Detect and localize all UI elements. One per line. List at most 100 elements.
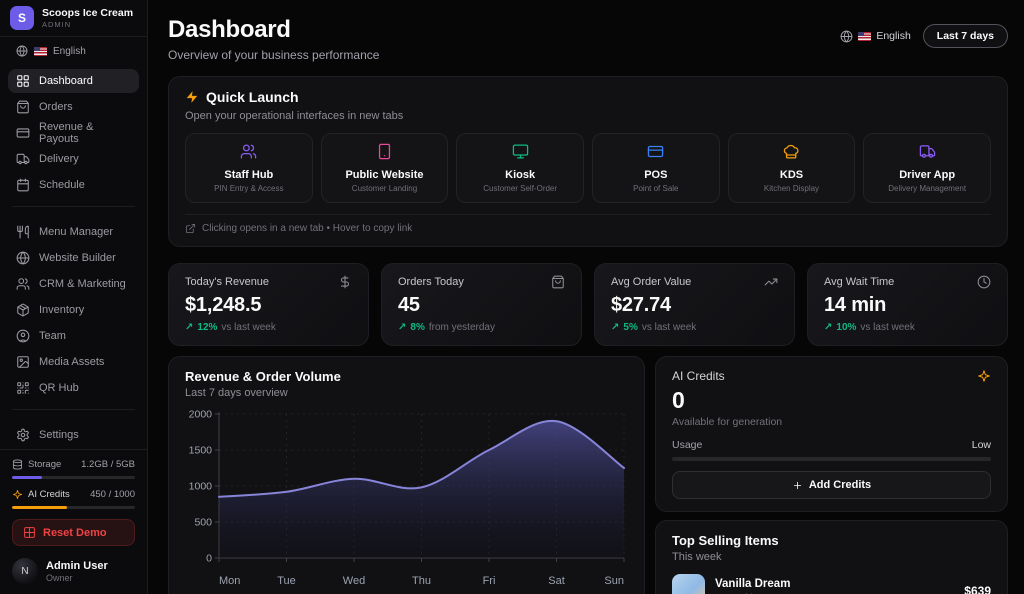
users-icon (240, 143, 257, 160)
item-name: Vanilla Dream (715, 578, 790, 591)
user-circle-icon (16, 329, 30, 343)
clock-icon (977, 275, 991, 289)
sidebar-item-dashboard[interactable]: Dashboard (8, 69, 139, 93)
stat-delta-suffix: from yesterday (429, 322, 495, 333)
nav-label: Team (39, 330, 66, 342)
add-credits-button[interactable]: Add Credits (672, 471, 991, 499)
quick-launch-card-kiosk[interactable]: Kiosk Customer Self-Order (456, 133, 584, 203)
database-icon (12, 459, 23, 470)
quick-launch-card-public-website[interactable]: Public Website Customer Landing (321, 133, 449, 203)
sidebar-item-team[interactable]: Team (8, 324, 139, 348)
credit-card-icon (16, 126, 30, 140)
nav-label: Delivery (39, 153, 79, 165)
quick-launch-card-kds[interactable]: KDS Kitchen Display (728, 133, 856, 203)
svg-text:Tue: Tue (277, 575, 296, 587)
globe-icon (16, 45, 28, 57)
stat-value: $27.74 (611, 294, 778, 317)
revenue-chart-svg: 0500100015002000MonTueWedThuFriSatSun (185, 406, 630, 590)
quick-launch-title: Quick Launch (206, 89, 299, 105)
globe-icon (16, 251, 30, 265)
language-label: English (876, 30, 910, 42)
qr-code-icon (16, 381, 30, 395)
sidebar-item-qr-hub[interactable]: QR Hub (8, 376, 139, 400)
sidebar-item-schedule[interactable]: Schedule (8, 173, 139, 197)
svg-text:Sat: Sat (548, 575, 565, 587)
svg-text:1000: 1000 (189, 481, 213, 493)
ai-credits-panel: AI Credits 0 Available for generation Us… (655, 356, 1008, 512)
dollar-sign-icon (338, 275, 352, 289)
date-range-button[interactable]: Last 7 days (923, 24, 1008, 48)
sidebar-item-menu-manager[interactable]: Menu Manager (8, 220, 139, 244)
header-language-selector[interactable]: English (840, 30, 910, 43)
chart-title: Revenue & Order Volume (185, 369, 628, 384)
sidebar-item-orders[interactable]: Orders (8, 95, 139, 119)
shopping-bag-icon (551, 275, 565, 289)
sidebar-item-media-assets[interactable]: Media Assets (8, 350, 139, 374)
sidebar: S Scoops Ice Cream ADMIN English Dashboa… (0, 0, 148, 594)
stat-value: 45 (398, 294, 565, 317)
sidebar-item-delivery[interactable]: Delivery (8, 147, 139, 171)
shopping-bag-icon (16, 100, 30, 114)
sidebar-item-website-builder[interactable]: Website Builder (8, 246, 139, 270)
ai-credits-value: 450 / 1000 (90, 489, 135, 500)
ai-credits-bar-fill (12, 506, 67, 509)
ai-credits-label: AI Credits (28, 489, 70, 500)
nav-label: CRM & Marketing (39, 278, 126, 290)
sidebar-item-revenue-payouts[interactable]: Revenue & Payouts (8, 121, 139, 145)
user-profile[interactable]: N Admin User Owner (0, 550, 147, 594)
nav-label: Dashboard (39, 75, 93, 87)
sidebar-item-inventory[interactable]: Inventory (8, 298, 139, 322)
gear-icon (16, 428, 30, 442)
card-title: KDS (735, 169, 849, 181)
card-subtitle: PIN Entry & Access (192, 184, 306, 193)
stat-value: 14 min (824, 294, 991, 317)
nav-label: Orders (39, 101, 73, 113)
svg-text:500: 500 (194, 517, 212, 529)
stat-card-avg-order-value: Avg Order Value $27.74 ↗ 5% vs last week (594, 263, 795, 346)
brand: S Scoops Ice Cream ADMIN (0, 0, 147, 37)
quick-launch-card-driver-app[interactable]: Driver App Delivery Management (863, 133, 991, 203)
sidebar-nav-group-1: Dashboard Orders Revenue & Payouts Deliv… (0, 63, 147, 199)
storage-bar (12, 476, 135, 479)
card-title: Kiosk (463, 169, 577, 181)
globe-icon (840, 30, 853, 43)
sidebar-item-crm-marketing[interactable]: CRM & Marketing (8, 272, 139, 296)
stat-delta-suffix: vs last week (860, 322, 914, 333)
sidebar-language-selector[interactable]: English (0, 37, 147, 63)
quick-launch-subtitle: Open your operational interfaces in new … (185, 110, 991, 122)
card-title: Driver App (870, 169, 984, 181)
svg-text:2000: 2000 (189, 409, 213, 421)
svg-text:0: 0 (206, 553, 212, 565)
us-flag-icon (34, 47, 47, 56)
revenue-chart-panel: Revenue & Order Volume Last 7 days overv… (168, 356, 645, 594)
nav-label: QR Hub (39, 382, 79, 394)
us-flag-icon (858, 32, 871, 41)
stat-delta: 5% (623, 322, 637, 333)
stat-label: Avg Order Value (611, 276, 691, 288)
top-selling-title: Top Selling Items (672, 533, 991, 548)
card-subtitle: Customer Landing (328, 184, 442, 193)
card-title: Public Website (328, 169, 442, 181)
svg-text:Wed: Wed (343, 575, 365, 587)
sidebar-item-settings[interactable]: Settings (8, 423, 139, 447)
storage-value: 1.2GB / 5GB (81, 459, 135, 470)
stat-delta: 12% (197, 322, 217, 333)
stat-delta-suffix: vs last week (221, 322, 275, 333)
usage-bar (672, 457, 991, 461)
zap-icon (185, 90, 199, 104)
trend-up-arrow-icon: ↗ (185, 322, 193, 333)
item-price: $639 (964, 584, 991, 594)
quick-launch-card-pos[interactable]: POS Point of Sale (592, 133, 720, 203)
chef-hat-icon (783, 143, 800, 160)
stat-value: $1,248.5 (185, 294, 352, 317)
quick-launch-panel: Quick Launch Open your operational inter… (168, 76, 1008, 247)
ai-panel-title: AI Credits (672, 369, 725, 383)
storage-bar-fill (12, 476, 42, 479)
quick-launch-card-staff-hub[interactable]: Staff Hub PIN Entry & Access (185, 133, 313, 203)
avatar: N (12, 558, 38, 584)
reset-demo-button[interactable]: Reset Demo (12, 519, 135, 546)
reset-demo-label: Reset Demo (43, 527, 107, 539)
nav-label: Revenue & Payouts (39, 121, 131, 145)
stat-card-orders-today: Orders Today 45 ↗ 8% from yesterday (381, 263, 582, 346)
list-item[interactable]: Vanilla Dream 142 sold $639 (672, 574, 991, 594)
